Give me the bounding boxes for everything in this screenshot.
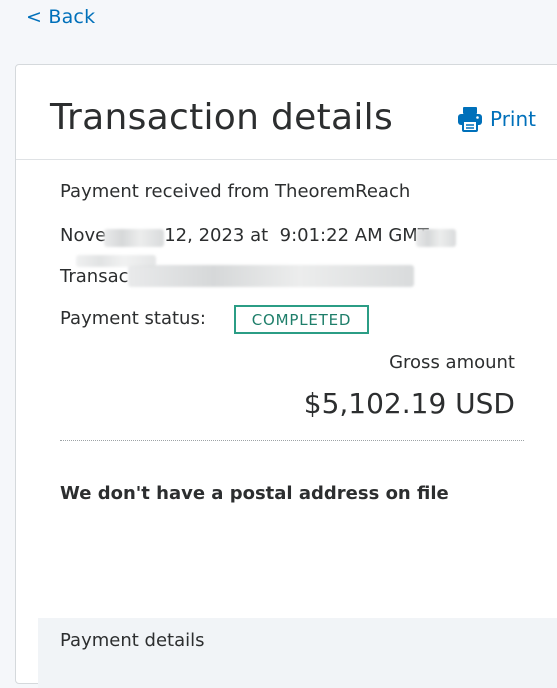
transaction-id-prefix: Transac: [60, 266, 129, 287]
print-label: Print: [490, 107, 537, 131]
received-from-text: Payment received from TheoremReach: [60, 181, 411, 202]
transaction-card: Transaction details Print Payment receiv…: [15, 64, 557, 688]
print-button[interactable]: Print: [456, 105, 536, 133]
redaction-block: [76, 255, 156, 267]
postal-address-note: We don't have a postal address on file: [60, 483, 449, 504]
gross-amount-label: Gross amount: [389, 352, 515, 373]
redaction-block: [128, 265, 414, 287]
date-time: 9:01:22 AM GMT: [279, 225, 429, 246]
payment-status-label: Payment status:: [60, 308, 206, 329]
divider: [60, 440, 524, 441]
payment-details-title: Payment details: [60, 630, 205, 651]
payment-details-section[interactable]: Payment details: [38, 618, 557, 688]
gross-amount-value: $5,102.19 USD: [303, 387, 515, 420]
card-header: Transaction details Print: [16, 65, 557, 160]
printer-icon: [456, 105, 484, 133]
redaction-block: [416, 229, 456, 247]
date-prefix: Nove: [60, 225, 107, 246]
back-link[interactable]: < Back: [26, 6, 95, 28]
transaction-id-row: Transac: [60, 266, 129, 287]
page-title: Transaction details: [50, 97, 394, 138]
date-middle: 12, 2023 at: [164, 225, 269, 246]
redaction-block: [104, 229, 164, 247]
status-badge: COMPLETED: [234, 305, 369, 334]
